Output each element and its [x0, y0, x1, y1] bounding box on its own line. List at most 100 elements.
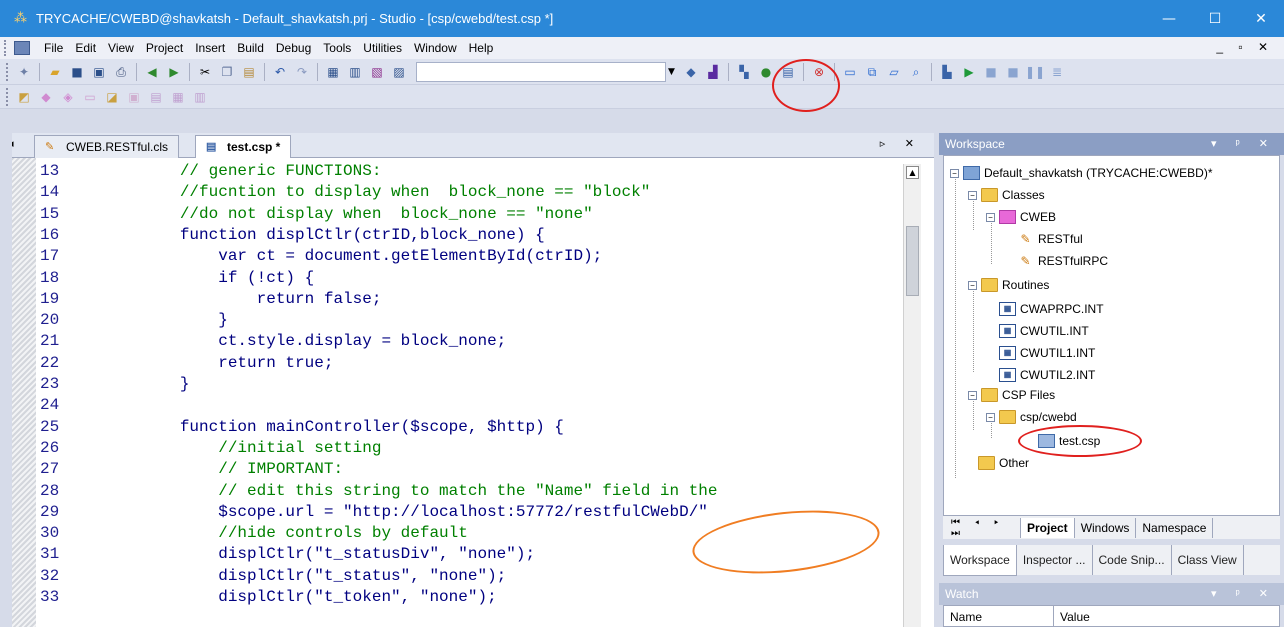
class-wizard-icon[interactable]: ◩: [15, 88, 33, 106]
menu-view[interactable]: View: [102, 37, 140, 59]
tree-test-csp[interactable]: test.csp: [1038, 430, 1100, 452]
trigger-wizard-icon[interactable]: ▤: [147, 88, 165, 106]
tree-routine-item[interactable]: ▦ CWUTIL1.INT: [999, 342, 1095, 364]
tree-csp-files[interactable]: − CSP Files: [968, 384, 1055, 406]
tab-nav-arrows[interactable]: ⏮ ◂ ▸ ⏭: [943, 517, 1021, 539]
tree-classes[interactable]: − Classes: [968, 184, 1045, 206]
collapse-icon[interactable]: −: [968, 390, 977, 400]
tab-namespace[interactable]: Namespace: [1135, 517, 1214, 538]
save-all-icon[interactable]: ▣: [90, 63, 108, 81]
undo-icon[interactable]: ↶: [271, 63, 289, 81]
toolbar-grip[interactable]: [6, 62, 9, 81]
tree-routine-item[interactable]: ▦ CWAPRPC.INT: [999, 298, 1104, 320]
editor-vertical-scrollbar[interactable]: ▲: [903, 164, 921, 627]
menu-project[interactable]: Project: [140, 37, 189, 59]
collapse-icon[interactable]: −: [986, 212, 995, 222]
tab-code-snippets[interactable]: Code Snip...: [1093, 545, 1172, 575]
stop-debug-icon[interactable]: ■: [1004, 63, 1022, 81]
scroll-up-icon[interactable]: ▲: [906, 166, 919, 179]
compile-icon[interactable]: ◆: [682, 63, 700, 81]
collapse-icon[interactable]: −: [968, 280, 977, 290]
parameter-wizard-icon[interactable]: ▭: [81, 88, 99, 106]
tree-routine-item[interactable]: ▦ CWUTIL.INT: [999, 320, 1089, 342]
paste-icon[interactable]: ▤: [240, 63, 258, 81]
storage-wizard-icon[interactable]: ▥: [191, 88, 209, 106]
index-wizard-icon[interactable]: ▣: [125, 88, 143, 106]
step-into-icon[interactable]: ≣: [1048, 63, 1066, 81]
new-file-icon[interactable]: ✦: [15, 63, 33, 81]
query-wizard-icon[interactable]: ◪: [103, 88, 121, 106]
view-icon-3[interactable]: ▧: [368, 63, 386, 81]
doc-view-icon[interactable]: ▤: [779, 63, 797, 81]
menu-debug[interactable]: Debug: [270, 37, 317, 59]
forward-icon[interactable]: ▶: [165, 63, 183, 81]
view-icon-2[interactable]: ▥: [346, 63, 364, 81]
tree-routines[interactable]: − Routines: [968, 274, 1049, 296]
method-wizard-icon[interactable]: ◈: [59, 88, 77, 106]
xdata-wizard-icon[interactable]: ▦: [169, 88, 187, 106]
tree-other[interactable]: Other: [978, 452, 1029, 474]
save-icon[interactable]: ■: [68, 63, 86, 81]
tab-project[interactable]: Project: [1020, 517, 1075, 538]
tree-csp-cwebd[interactable]: − csp/cwebd: [986, 406, 1077, 428]
collapse-icon[interactable]: −: [986, 412, 995, 422]
menu-utilities[interactable]: Utilities: [357, 37, 408, 59]
search-combobox[interactable]: [416, 61, 666, 82]
open-folder-icon[interactable]: ▰: [46, 63, 64, 81]
comment-icon[interactable]: ▱: [885, 63, 903, 81]
tree-project[interactable]: − Default_shavkatsh (TRYCACHE:CWEBD)*: [950, 162, 1213, 184]
scroll-thumb[interactable]: [906, 226, 919, 296]
view-icon-1[interactable]: ▦: [324, 63, 342, 81]
tree-cweb[interactable]: − CWEB: [986, 206, 1056, 228]
debug-icon[interactable]: ▙: [938, 63, 956, 81]
pause-icon[interactable]: ❚❚: [1025, 63, 1045, 81]
cut-icon[interactable]: ✂: [196, 63, 214, 81]
menu-tools[interactable]: Tools: [317, 37, 357, 59]
view-icon-4[interactable]: ▨: [390, 63, 408, 81]
run-icon[interactable]: ▶: [960, 63, 978, 81]
build-icon[interactable]: ▟: [704, 63, 722, 81]
collapse-icon[interactable]: −: [950, 168, 959, 178]
code-editor[interactable]: 13 // generic FUNCTIONS: 14 //fucntion to…: [12, 158, 934, 627]
tree-routine-item[interactable]: ▦ CWUTIL2.INT: [999, 364, 1095, 386]
tab-workspace[interactable]: Workspace: [943, 545, 1017, 576]
mdi-controls[interactable]: _ ▫ ✕: [1216, 40, 1274, 54]
search-icon[interactable]: ⌕: [907, 63, 925, 81]
watch-column-name[interactable]: Name: [944, 606, 1054, 626]
menu-window[interactable]: Window: [408, 37, 463, 59]
browser-icon[interactable]: ●: [757, 63, 775, 81]
editor-margin[interactable]: [12, 158, 36, 627]
tab-class-view[interactable]: Class View: [1172, 545, 1244, 575]
copy-icon[interactable]: ❐: [218, 63, 236, 81]
tab-test-csp[interactable]: ▤ test.csp *: [195, 135, 292, 158]
tab-controls[interactable]: ▹ ✕: [880, 137, 922, 150]
tab-inspector[interactable]: Inspector ...: [1017, 545, 1093, 575]
property-wizard-icon[interactable]: ◆: [37, 88, 55, 106]
watch-controls[interactable]: ▾ ᵖ ✕: [1211, 583, 1276, 605]
document-icon[interactable]: [14, 41, 30, 55]
tree-restful[interactable]: ✎ RESTful: [1017, 228, 1082, 250]
menu-build[interactable]: Build: [231, 37, 270, 59]
back-icon[interactable]: ◀: [143, 63, 161, 81]
tree-restfulrpc[interactable]: ✎ RESTfulRPC: [1017, 250, 1108, 272]
watch-column-value[interactable]: Value: [1054, 606, 1090, 626]
menu-help[interactable]: Help: [463, 37, 500, 59]
menu-edit[interactable]: Edit: [69, 37, 102, 59]
toolbar-grip[interactable]: [6, 87, 9, 106]
tab-restful-cls[interactable]: ✎ CWEB.RESTful.cls: [34, 135, 180, 158]
step-icon[interactable]: ■: [982, 63, 1000, 81]
tab-windows[interactable]: Windows: [1073, 517, 1137, 538]
minimize-button[interactable]: —: [1146, 0, 1192, 37]
menu-insert[interactable]: Insert: [189, 37, 231, 59]
menu-grip[interactable]: [4, 40, 10, 56]
collapse-icon[interactable]: −: [968, 190, 977, 200]
inspector-icon[interactable]: ▚: [735, 63, 753, 81]
window-icon[interactable]: ▭: [841, 63, 859, 81]
find-icon[interactable]: ⧉: [863, 63, 881, 81]
stop-icon[interactable]: ⊗: [810, 63, 828, 81]
workspace-controls[interactable]: ▾ ᵖ ✕: [1211, 133, 1276, 155]
redo-icon[interactable]: ↷: [293, 63, 311, 81]
menu-file[interactable]: File: [38, 37, 69, 59]
combo-dropdown-icon[interactable]: ▼: [668, 62, 680, 82]
maximize-button[interactable]: ☐: [1192, 0, 1238, 37]
